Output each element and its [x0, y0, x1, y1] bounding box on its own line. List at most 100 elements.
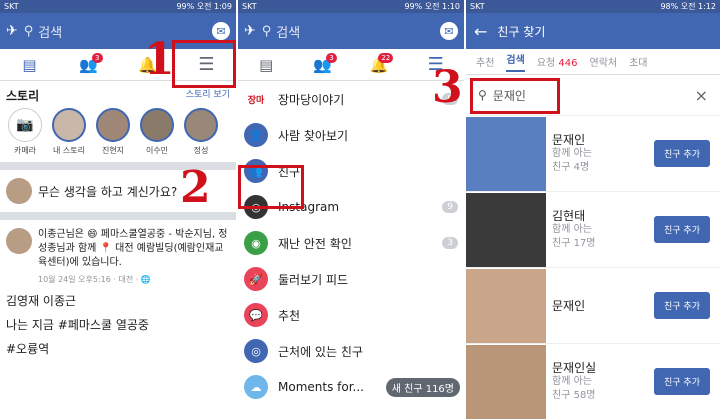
menu-item-count: 3 — [442, 237, 458, 249]
menu-item[interactable]: 장마 장마당이야기 6 — [238, 81, 464, 117]
tab-requests-label: 요청 — [536, 58, 556, 69]
add-friend-button[interactable]: 친구 추가 — [654, 292, 710, 319]
list-item[interactable]: 문재인실 함께 아는 친구 58명 친구 추가 — [466, 343, 720, 419]
new-friends-pill[interactable]: 새 친구 116명 — [385, 377, 460, 397]
tab-friends[interactable]: 👥 3 — [69, 51, 109, 79]
result-name[interactable]: 문재인 — [552, 299, 654, 313]
result-name[interactable]: 김현태 — [552, 209, 654, 223]
menu-item[interactable]: ◎ 근처에 있는 친구 — [238, 333, 464, 369]
requests-count: 446 — [558, 58, 578, 69]
tab-notifications[interactable]: 🔔 22 — [359, 51, 399, 79]
result-mutual-label: 함께 아는 — [552, 147, 592, 159]
menu-item-icon: 💬 — [244, 303, 268, 327]
list-item[interactable]: 문재인 함께 아는 친구 4명 친구 추가 — [466, 115, 720, 191]
find-friends-tabs: 추천 검색 요청 446 연락처 초대 — [466, 49, 720, 75]
profile-photo[interactable] — [466, 192, 546, 267]
tab-suggestions[interactable]: 추천 — [476, 54, 494, 69]
list-item[interactable]: 김현태 함께 아는 친구 17명 친구 추가 — [466, 191, 720, 267]
messenger-icon[interactable]: ✉ — [440, 22, 458, 40]
menu-item[interactable]: 💬 추천 — [238, 297, 464, 333]
story-item[interactable]: 진현지 — [94, 108, 132, 156]
story-label: 카메라 — [13, 146, 37, 155]
carrier: SKT — [4, 2, 19, 11]
search-box[interactable]: ⚲ 검색 — [262, 22, 434, 41]
menu-item-count: 9 — [442, 201, 458, 213]
annotation-number-2: 2 — [180, 162, 211, 213]
avatar — [96, 108, 130, 142]
post-time: 10월 24일 오후5:16 · 대전 · 🌐 — [38, 275, 151, 284]
result-info: 문재인 — [546, 299, 654, 313]
post-line: #오륭역 — [6, 342, 50, 356]
search-placeholder: 검색 — [38, 25, 63, 41]
post-line: 김영재 이종근 — [6, 294, 77, 308]
story-label: 진현지 — [101, 146, 125, 155]
camera-icon[interactable]: ✈ — [244, 23, 256, 39]
status-bar: SKT 99% 오전 1:10 — [238, 0, 464, 13]
menu-panel: SKT 99% 오전 1:10 ✈ ⚲ 검색 ✉ ▤ 👥 3 🔔 22 ☰ 장마 장마… — [238, 0, 464, 420]
menu-item-label: 추천 — [278, 308, 301, 323]
avatar — [184, 108, 218, 142]
menu-item-icon: ☁ — [244, 375, 268, 399]
menu-item-label: Moments for... — [278, 380, 364, 394]
result-name[interactable]: 문재인 — [552, 133, 654, 147]
search-box[interactable]: ⚲ 검색 — [24, 22, 206, 41]
menu-item[interactable]: 🚀 둘러보기 피드 — [238, 261, 464, 297]
tab-invites[interactable]: 초대 — [629, 54, 647, 69]
close-icon[interactable]: × — [695, 86, 708, 105]
camera-icon: 📷 — [8, 108, 42, 142]
menu-item-icon: ◉ — [244, 231, 268, 255]
tab-news-feed[interactable]: ▤ — [246, 51, 286, 79]
tab-friends[interactable]: 👥 3 — [303, 51, 343, 79]
annotation-box-1 — [172, 40, 236, 88]
result-mutual-label: 함께 아는 — [552, 223, 592, 235]
news-feed-icon: ▤ — [22, 55, 37, 74]
messenger-icon[interactable]: ✉ — [212, 22, 230, 40]
tab-requests[interactable]: 요청 446 — [537, 54, 578, 69]
tab-search[interactable]: 검색 — [506, 51, 525, 72]
carrier: SKT — [242, 2, 257, 11]
menu-item-label: 장마당이야기 — [278, 92, 345, 107]
back-arrow-icon[interactable]: ← — [474, 22, 487, 41]
post-header: 이종근님은 😄 페마스쿨열공중 - 박순지님, 정성종님과 함께 📍 대전 예람… — [0, 220, 236, 274]
search-icon: ⚲ — [261, 23, 272, 39]
add-friend-button[interactable]: 친구 추가 — [654, 140, 710, 167]
avatar[interactable] — [6, 228, 32, 254]
list-item[interactable]: 문재인 친구 추가 — [466, 267, 720, 343]
menu-item-label: 사람 찾아보기 — [278, 128, 349, 143]
camera-icon[interactable]: ✈ — [6, 23, 18, 39]
find-friends-panel: SKT 98% 오전 1:12 ← 친구 찾기 추천 검색 요청 446 연락처… — [466, 0, 720, 420]
story-item[interactable]: 정성 — [182, 108, 220, 156]
menu-item[interactable]: 👤 사람 찾아보기 — [238, 117, 464, 153]
annotation-number-3: 3 — [432, 62, 463, 113]
status-bar: SKT 99% 오전 1:09 — [0, 0, 236, 13]
story-item[interactable]: 이수민 — [138, 108, 176, 156]
profile-photo[interactable] — [466, 116, 546, 191]
result-info: 문재인 함께 아는친구 4명 — [546, 133, 654, 175]
menu-item[interactable]: ☁ Moments for... 새 친구 116명 — [238, 369, 464, 405]
profile-photo[interactable] — [466, 344, 546, 419]
menu-item-label: 재난 안전 확인 — [278, 236, 352, 251]
add-friend-button[interactable]: 친구 추가 — [654, 368, 710, 395]
annotation-number-1: 1 — [144, 34, 175, 85]
add-friend-button[interactable]: 친구 추가 — [654, 216, 710, 243]
annotation-box-3 — [470, 78, 560, 114]
menu-item[interactable]: ◉ 재난 안전 확인 3 — [238, 225, 464, 261]
profile-photo[interactable] — [466, 268, 546, 343]
top-bar: ✈ ⚲ 검색 ✉ — [238, 13, 464, 49]
post-author[interactable]: 이종근님은 😄 페마스쿨열공중 - 박순지님, 정성종님과 함께 📍 대전 예람… — [38, 228, 230, 270]
tab-news-feed[interactable]: ▤ — [10, 51, 50, 79]
friends-badge: 3 — [92, 52, 103, 63]
result-name[interactable]: 문재인실 — [552, 361, 654, 375]
avatar — [140, 108, 174, 142]
notifications-badge: 22 — [378, 52, 394, 63]
page-title: 친구 찾기 — [497, 24, 546, 39]
story-camera[interactable]: 📷 카메라 — [6, 108, 44, 156]
stories-see-all[interactable]: 스토리 보기 — [186, 87, 236, 100]
story-mine[interactable]: 내 스토리 — [50, 108, 88, 156]
avatar — [6, 178, 32, 204]
tab-contacts[interactable]: 연락처 — [590, 54, 618, 69]
search-placeholder: 검색 — [276, 25, 301, 41]
result-mutual-count: 친구 4명 — [552, 161, 590, 173]
search-icon: ⚲ — [23, 23, 34, 39]
annotation-box-2 — [238, 165, 304, 209]
